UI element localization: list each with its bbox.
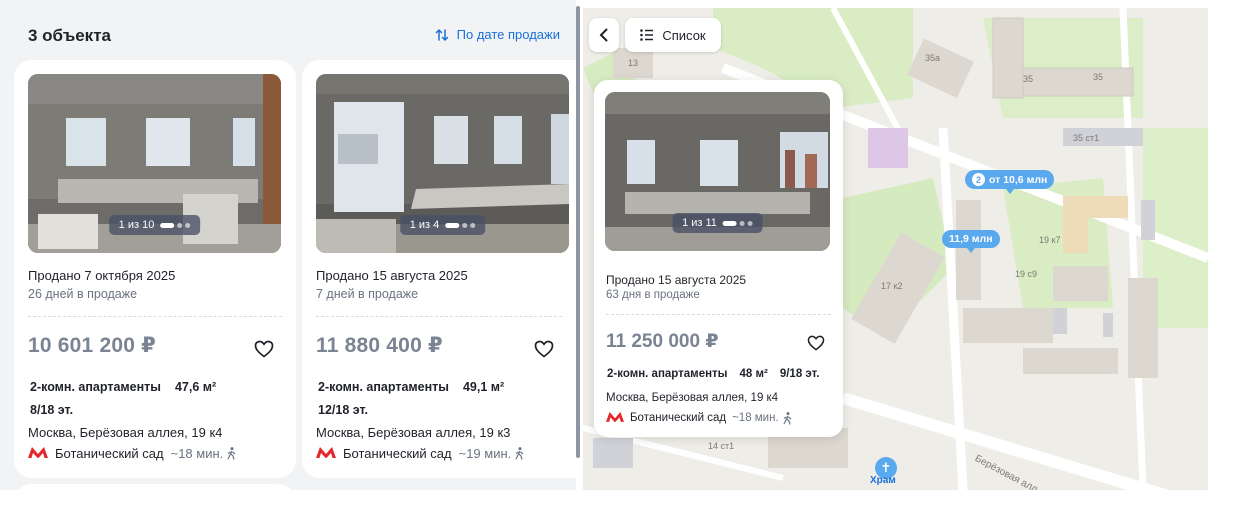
metro-info: Ботанический сад ~18 мин. — [606, 411, 792, 425]
building-number: 35 — [1093, 72, 1104, 82]
metro-time: ~18 мин. — [171, 446, 237, 461]
sort-button[interactable]: По дате продажи — [435, 27, 560, 42]
sold-date: Продано 7 октября 2025 — [28, 268, 176, 283]
chevron-left-icon — [599, 28, 608, 42]
map-price-pin[interactable]: 11,9 млн — [942, 230, 1000, 248]
pin-label: 11,9 млн — [949, 233, 993, 245]
list-header: 3 объекта По дате продажи — [0, 0, 576, 58]
address: Москва, Берёзовая аллея, 19 к4 — [28, 425, 223, 440]
map-listing-popup[interactable]: 1 из 11 Продано 15 августа 2025 63 дня в… — [594, 80, 843, 437]
map-price-pin[interactable]: 2 от 10,6 млн — [965, 170, 1055, 189]
building-number: 17 к2 — [881, 281, 903, 291]
metro-time: ~19 мин. — [459, 446, 525, 461]
building-number: 19 с9 — [1015, 269, 1038, 279]
listing-photo[interactable]: 1 из 10 — [28, 74, 281, 253]
apartment-floor: 8/18 эт. — [30, 403, 74, 417]
metro-info: Ботанический сад ~19 мин. — [316, 446, 524, 461]
listing-card[interactable]: 1 из 10 Продано 7 октября 2025 26 дней в… — [14, 60, 296, 478]
listing-params: 2-комн. апартаменты 47,6 м² 8/18 эт. — [30, 376, 260, 422]
days-on-sale: 7 дней в продаже — [316, 287, 419, 301]
metro-icon — [606, 411, 624, 425]
results-count: 3 объекта — [28, 26, 111, 45]
metro-station: Ботанический сад — [55, 446, 164, 461]
divider — [316, 316, 562, 317]
building-number: 19 к7 — [1039, 235, 1061, 245]
listing-photo[interactable]: 1 из 11 — [605, 92, 830, 251]
app-root: 3 объекта По дате продажи 1 из 10 Продан… — [0, 0, 1247, 526]
favorite-heart-icon[interactable] — [807, 335, 825, 356]
building-number: 35а — [925, 53, 941, 63]
address: Москва, Берёзовая аллея, 19 к3 — [316, 425, 511, 440]
metro-info: Ботанический сад ~18 мин. — [28, 446, 236, 461]
metro-station: Ботанический сад — [343, 446, 452, 461]
apartment-floor: 9/18 эт. — [779, 368, 820, 380]
back-button[interactable] — [589, 18, 619, 52]
list-icon — [640, 29, 654, 41]
listing-photo[interactable]: 1 из 4 — [316, 74, 569, 253]
days-on-sale: 63 дня в продаже — [606, 289, 700, 301]
building-number: 14 ст1 — [708, 441, 735, 451]
price: 11 250 000 ₽ — [606, 331, 719, 352]
temple-label: Храм — [870, 475, 896, 486]
metro-time: ~18 мин. — [732, 411, 792, 425]
photo-counter: 1 из 10 — [108, 215, 201, 235]
building-number: 13 — [628, 58, 639, 68]
list-scrollbar[interactable] — [576, 6, 580, 458]
building-number: 35 — [1023, 74, 1034, 84]
listing-card[interactable]: 1 из 4 Продано 15 августа 2025 7 дней в … — [302, 60, 576, 478]
photo-counter: 1 из 4 — [399, 215, 486, 235]
apartment-area: 48 м² — [739, 368, 768, 380]
metro-icon — [28, 446, 48, 461]
photo-counter: 1 из 11 — [672, 213, 763, 233]
apartment-type: 2-комн. апартаменты — [30, 380, 161, 394]
list-button-label: Список — [662, 27, 706, 43]
pin-count: 2 — [972, 173, 985, 186]
divider — [606, 314, 831, 315]
favorite-heart-icon[interactable] — [534, 340, 554, 363]
apartment-area: 47,6 м² — [174, 380, 217, 394]
list-view-button[interactable]: Список — [625, 18, 721, 52]
building-number: 35 ст1 — [1073, 133, 1100, 143]
days-on-sale: 26 дней в продаже — [28, 287, 138, 301]
apartment-area: 49,1 м² — [462, 380, 505, 394]
apartment-type: 2-комн. апартаменты — [318, 380, 449, 394]
sort-label: По дате продажи — [456, 27, 560, 42]
sold-date: Продано 15 августа 2025 — [606, 273, 747, 287]
sort-icon — [435, 28, 449, 42]
walk-icon — [515, 447, 524, 460]
walk-icon — [783, 411, 792, 425]
sold-date: Продано 15 августа 2025 — [316, 268, 468, 283]
price: 10 601 200 ₽ — [28, 334, 156, 357]
listing-params: 2-комн. апартаменты 49,1 м² 12/18 эт. — [318, 376, 548, 422]
pin-label: от 10,6 млн — [989, 173, 1048, 186]
price: 11 880 400 ₽ — [316, 334, 443, 357]
walk-icon — [227, 447, 236, 460]
divider — [28, 316, 282, 317]
favorite-heart-icon[interactable] — [254, 340, 274, 363]
apartment-floor: 12/18 эт. — [318, 403, 368, 417]
metro-icon — [316, 446, 336, 461]
next-card-edge — [14, 484, 296, 490]
metro-station: Ботанический сад — [630, 412, 727, 424]
apartment-type: 2-комн. апартаменты — [607, 368, 728, 380]
listing-params: 2-комн. апартаменты 48 м² 9/18 эт. — [607, 368, 831, 380]
listing-panel: 3 объекта По дате продажи 1 из 10 Продан… — [0, 0, 576, 490]
address: Москва, Берёзовая аллея, 19 к4 — [606, 392, 778, 404]
